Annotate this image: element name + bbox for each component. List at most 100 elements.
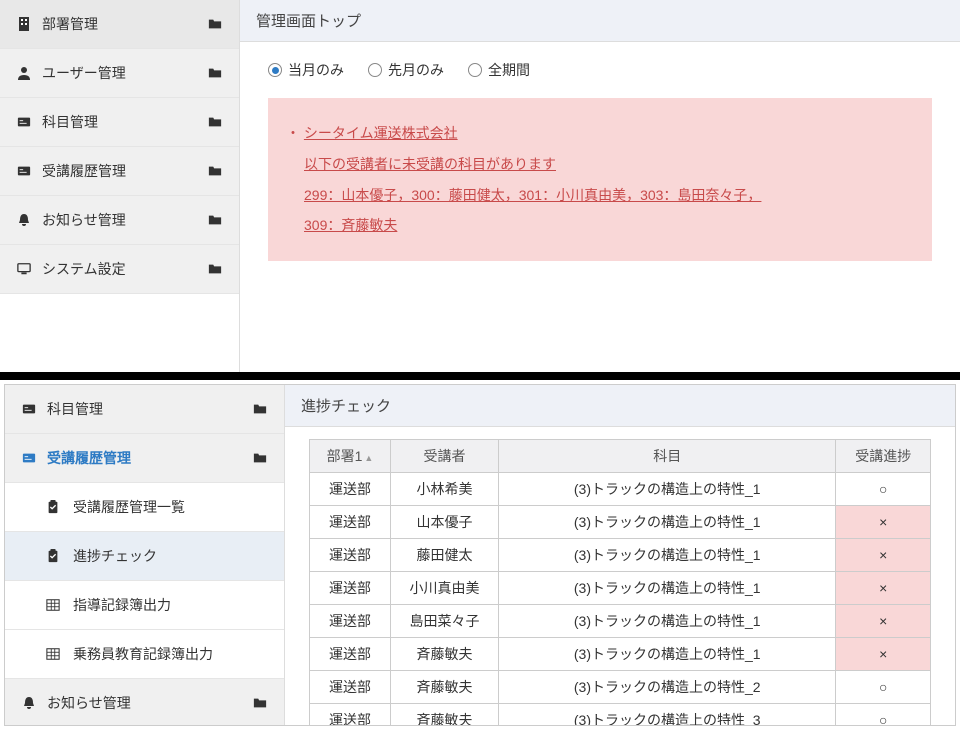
th-subject[interactable]: 科目 — [498, 440, 836, 473]
table-row[interactable]: 運送部島田菜々子(3)トラックの構造上の特性_1× — [310, 605, 931, 638]
sub-label: 進捗チェック — [73, 546, 157, 566]
folder-icon — [252, 450, 268, 466]
alert-line1[interactable]: 以下の受講者に未受講の科目があります — [304, 156, 556, 172]
nav-label: お知らせ管理 — [42, 210, 126, 230]
th-user[interactable]: 受講者 — [390, 440, 498, 473]
clipboard-icon — [45, 548, 61, 564]
cell-subject: (3)トラックの構造上の特性_1 — [498, 605, 836, 638]
building-icon — [16, 16, 32, 32]
nav-user[interactable]: ユーザー管理 — [0, 49, 239, 98]
main-top: 管理画面トップ 当月のみ 先月のみ 全期間 シータイム運送株式会社 以下の受講者… — [240, 0, 960, 372]
radio-this-month[interactable]: 当月のみ — [268, 60, 344, 80]
cell-user: 斉藤敏夫 — [390, 638, 498, 671]
radio-label: 先月のみ — [388, 60, 444, 80]
nav-history-b[interactable]: 受講履歴管理 — [5, 434, 284, 483]
sub-progress-check[interactable]: 進捗チェック — [5, 532, 284, 581]
cell-user: 斉藤敏夫 — [390, 704, 498, 726]
sub-export-driver[interactable]: 乗務員教育記録簿出力 — [5, 630, 284, 679]
clipboard-icon — [45, 499, 61, 515]
nav-label: 科目管理 — [42, 112, 98, 132]
alert-line2[interactable]: 299：山本優子，300：藤田健太，301：小川真由美，303：島田奈々子， — [304, 187, 761, 203]
cell-dept: 運送部 — [310, 605, 391, 638]
nav-label: 部署管理 — [42, 14, 98, 34]
cell-dept: 運送部 — [310, 572, 391, 605]
nav-label: ユーザー管理 — [42, 63, 126, 83]
cell-user: 山本優子 — [390, 506, 498, 539]
cell-progress: × — [836, 638, 931, 671]
nav-history[interactable]: 受講履歴管理 — [0, 147, 239, 196]
folder-icon — [207, 65, 223, 81]
sidebar-bottom: 科目管理 受講履歴管理 受講履歴管理一覧 — [5, 385, 285, 725]
card-icon — [16, 114, 32, 130]
th-dept[interactable]: 部署1▲ — [310, 440, 391, 473]
table-row[interactable]: 運送部小林希美(3)トラックの構造上の特性_1○ — [310, 473, 931, 506]
sub-label: 受講履歴管理一覧 — [73, 497, 185, 517]
table-row[interactable]: 運送部斉藤敏夫(3)トラックの構造上の特性_3○ — [310, 704, 931, 726]
sub-export-guidance[interactable]: 指導記録簿出力 — [5, 581, 284, 630]
table-icon — [45, 646, 61, 662]
cell-dept: 運送部 — [310, 539, 391, 572]
page-title-bottom: 進捗チェック — [285, 385, 955, 427]
folder-icon — [207, 212, 223, 228]
table-row[interactable]: 運送部山本優子(3)トラックの構造上の特性_1× — [310, 506, 931, 539]
user-icon — [16, 65, 32, 81]
radio-last-month[interactable]: 先月のみ — [368, 60, 444, 80]
alert-line3[interactable]: 309：斉藤敏夫 — [304, 217, 397, 233]
progress-table: 部署1▲ 受講者 科目 受講進捗 運送部小林希美(3)トラックの構造上の特性_1… — [309, 439, 931, 725]
cell-user: 小林希美 — [390, 473, 498, 506]
cell-user: 斉藤敏夫 — [390, 671, 498, 704]
cell-user: 藤田健太 — [390, 539, 498, 572]
nav-label: 受講履歴管理 — [42, 161, 126, 181]
table-row[interactable]: 運送部藤田健太(3)トラックの構造上の特性_1× — [310, 539, 931, 572]
radio-dot-icon — [268, 63, 282, 77]
cell-subject: (3)トラックの構造上の特性_1 — [498, 539, 836, 572]
nav-subject-b[interactable]: 科目管理 — [5, 385, 284, 434]
cell-progress: × — [836, 605, 931, 638]
nav-label: システム設定 — [42, 259, 126, 279]
bell-icon — [21, 695, 37, 711]
nav-subject[interactable]: 科目管理 — [0, 98, 239, 147]
folder-icon — [207, 16, 223, 32]
nav-notice[interactable]: お知らせ管理 — [0, 196, 239, 245]
cell-progress: ○ — [836, 704, 931, 726]
sub-history-list[interactable]: 受講履歴管理一覧 — [5, 483, 284, 532]
card-icon — [21, 450, 37, 466]
nav-dept[interactable]: 部署管理 — [0, 0, 239, 49]
alert-box: シータイム運送株式会社 以下の受講者に未受講の科目があります 299：山本優子，… — [268, 98, 932, 261]
nav-notice-b[interactable]: お知らせ管理 — [5, 679, 284, 725]
cell-progress: × — [836, 506, 931, 539]
cell-progress: × — [836, 539, 931, 572]
folder-icon — [207, 261, 223, 277]
period-radio-group: 当月のみ 先月のみ 全期間 — [240, 42, 960, 98]
alert-company-link[interactable]: シータイム運送株式会社 — [304, 125, 458, 141]
sub-label: 乗務員教育記録簿出力 — [73, 644, 213, 664]
folder-icon — [207, 114, 223, 130]
cell-user: 小川真由美 — [390, 572, 498, 605]
cell-subject: (3)トラックの構造上の特性_1 — [498, 473, 836, 506]
th-progress[interactable]: 受講進捗 — [836, 440, 931, 473]
radio-all-period[interactable]: 全期間 — [468, 60, 530, 80]
radio-label: 全期間 — [488, 60, 530, 80]
cell-progress: ○ — [836, 671, 931, 704]
folder-icon — [207, 163, 223, 179]
cell-user: 島田菜々子 — [390, 605, 498, 638]
cell-subject: (3)トラックの構造上の特性_1 — [498, 506, 836, 539]
radio-dot-icon — [368, 63, 382, 77]
card-icon — [21, 401, 37, 417]
radio-dot-icon — [468, 63, 482, 77]
cell-progress: × — [836, 572, 931, 605]
main-bottom: 進捗チェック 部署1▲ 受講者 科目 受講進捗 運送部小林希美(3)トラックの構… — [285, 385, 955, 725]
sort-asc-icon: ▲ — [364, 453, 373, 463]
cell-dept: 運送部 — [310, 506, 391, 539]
cell-subject: (3)トラックの構造上の特性_1 — [498, 572, 836, 605]
folder-icon — [252, 695, 268, 711]
table-row[interactable]: 運送部小川真由美(3)トラックの構造上の特性_1× — [310, 572, 931, 605]
nav-system[interactable]: システム設定 — [0, 245, 239, 294]
table-header-row: 部署1▲ 受講者 科目 受講進捗 — [310, 440, 931, 473]
cell-dept: 運送部 — [310, 704, 391, 726]
monitor-icon — [16, 261, 32, 277]
folder-icon — [252, 401, 268, 417]
table-row[interactable]: 運送部斉藤敏夫(3)トラックの構造上の特性_2○ — [310, 671, 931, 704]
cell-dept: 運送部 — [310, 473, 391, 506]
table-row[interactable]: 運送部斉藤敏夫(3)トラックの構造上の特性_1× — [310, 638, 931, 671]
